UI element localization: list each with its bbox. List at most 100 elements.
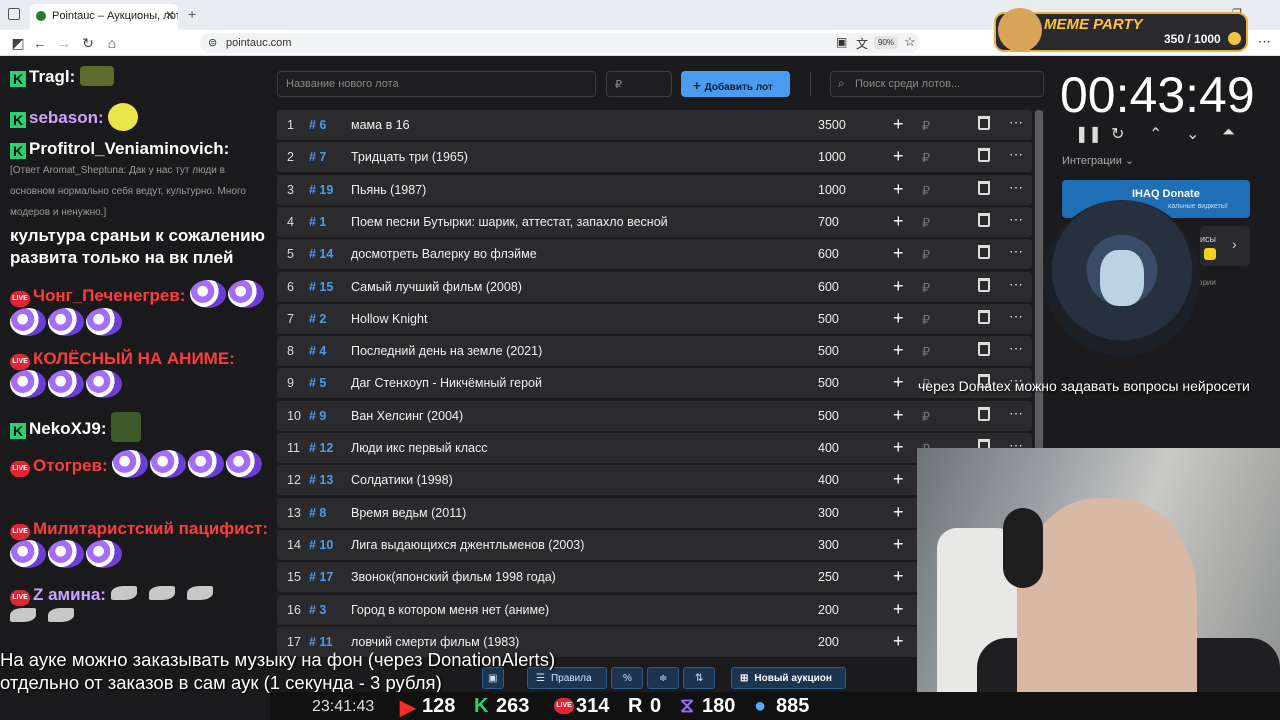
add-amount-icon[interactable]: +	[893, 566, 904, 587]
url-field[interactable]: ⊜ pointauc.com	[200, 33, 920, 53]
lot-name[interactable]: Пьянь (1987)	[351, 183, 426, 197]
back-icon[interactable]: ←	[32, 35, 48, 51]
reload-icon[interactable]: ↻	[80, 35, 96, 51]
delete-icon[interactable]	[978, 245, 990, 260]
reset-timer-icon[interactable]: ↻	[1111, 124, 1124, 144]
delete-icon[interactable]	[978, 406, 990, 421]
add-amount-icon[interactable]: +	[893, 405, 904, 426]
delete-icon[interactable]	[978, 116, 990, 130]
add-amount-icon[interactable]: +	[893, 599, 904, 620]
lot-id[interactable]: # 5	[309, 376, 326, 390]
timer-up-icon[interactable]: ⌃	[1149, 124, 1162, 144]
lot-id[interactable]: # 15	[309, 280, 333, 294]
more-options-icon[interactable]: ⋯	[1009, 179, 1023, 196]
more-options-icon[interactable]: ⋯	[1009, 340, 1023, 357]
lot-name[interactable]: Ван Хелсинг (2004)	[351, 409, 463, 423]
more-options-icon[interactable]: ⋯	[1009, 405, 1023, 422]
lot-name[interactable]: Hollow Knight	[351, 312, 427, 326]
add-lot-button[interactable]: + Добавить лот	[681, 71, 790, 97]
more-options-icon[interactable]: ⋯	[1009, 276, 1023, 293]
add-amount-icon[interactable]: +	[893, 502, 904, 523]
add-amount-icon[interactable]: +	[893, 372, 904, 393]
lot-id[interactable]: # 11	[309, 635, 333, 649]
lot-name[interactable]: мама в 16	[351, 118, 410, 132]
more-options-icon[interactable]: ⋯	[1009, 211, 1023, 228]
more-options-icon[interactable]: ⋯	[1009, 243, 1023, 260]
delete-icon[interactable]	[978, 342, 990, 357]
read-mode-icon[interactable]: ▣	[836, 35, 847, 49]
add-amount-icon[interactable]: +	[893, 631, 904, 652]
lot-id[interactable]: # 8	[309, 506, 326, 520]
browser-tab[interactable]: Pointauc – Аукционы, лотереи	[30, 4, 178, 30]
sort-icon[interactable]: ⇅	[683, 667, 715, 689]
chevron-right-icon[interactable]: ›	[1232, 236, 1237, 252]
forward-icon[interactable]: →	[56, 35, 72, 51]
more-menu-icon[interactable]: ⋯	[1258, 34, 1271, 50]
add-amount-icon[interactable]: +	[893, 340, 904, 361]
lot-name[interactable]: досмотреть Валерку во флэйме	[351, 247, 537, 261]
add-amount-icon[interactable]: +	[893, 146, 904, 167]
lot-id[interactable]: # 10	[309, 538, 333, 552]
lot-id[interactable]: # 14	[309, 247, 333, 261]
timer-max-icon[interactable]: ⏶	[1222, 124, 1235, 142]
home-icon[interactable]: ⌂	[104, 35, 120, 51]
pause-icon[interactable]: ❚❚	[1075, 124, 1102, 144]
lot-id[interactable]: # 3	[309, 603, 326, 617]
lot-amount-input[interactable]: ₽	[606, 71, 672, 97]
add-amount-icon[interactable]: +	[893, 114, 904, 135]
lot-id[interactable]: # 7	[309, 150, 326, 164]
more-options-icon[interactable]: ⋯	[1009, 308, 1023, 325]
lot-name[interactable]: Самый лучший фильм (2008)	[351, 280, 522, 294]
lot-name[interactable]: Последний день на земле (2021)	[351, 344, 542, 358]
add-amount-icon[interactable]: +	[893, 469, 904, 490]
delete-icon[interactable]	[978, 309, 990, 324]
timer-down-icon[interactable]: ⌄	[1186, 124, 1199, 144]
lot-name[interactable]: Лига выдающихся джентльменов (2003)	[351, 538, 584, 552]
percent-button[interactable]: %	[611, 667, 643, 689]
more-options-icon[interactable]: ⋯	[1009, 146, 1023, 163]
add-amount-icon[interactable]: +	[893, 276, 904, 297]
more-options-icon[interactable]: ⋯	[1009, 114, 1023, 131]
split-icon[interactable]: ≑	[647, 667, 679, 689]
lot-id[interactable]: # 2	[309, 312, 326, 326]
tab-close-icon[interactable]: ✕	[165, 8, 175, 22]
lot-name[interactable]: Тридцать три (1965)	[351, 150, 468, 164]
lot-name[interactable]: ловчий смерти фильм (1983)	[351, 635, 519, 649]
sidebar-icon[interactable]: ◩	[10, 35, 26, 51]
lot-name[interactable]: Люди икс первый класс	[351, 441, 487, 455]
lot-name[interactable]: Звонок(японский фильм 1998 года)	[351, 570, 556, 584]
site-info-icon[interactable]: ⊜	[208, 36, 217, 49]
lot-id[interactable]: # 9	[309, 409, 326, 423]
delete-icon[interactable]	[978, 148, 990, 163]
lot-id[interactable]: # 12	[309, 441, 333, 455]
add-amount-icon[interactable]: +	[893, 211, 904, 232]
lot-name[interactable]: Поем песни Бутырки: шарик, аттестат, зап…	[351, 215, 668, 229]
delete-icon[interactable]	[978, 212, 990, 227]
add-amount-icon[interactable]: +	[893, 243, 904, 264]
favorite-star-icon[interactable]: ☆	[904, 34, 916, 50]
delete-icon[interactable]	[978, 180, 990, 195]
delete-icon[interactable]	[978, 277, 990, 292]
new-tab-icon[interactable]: +	[188, 6, 196, 22]
lot-id[interactable]: # 6	[309, 118, 326, 132]
add-amount-icon[interactable]: +	[893, 534, 904, 555]
scrollbar-thumb[interactable]	[1035, 110, 1043, 450]
translate-icon[interactable]: 文	[856, 35, 868, 52]
new-auction-button[interactable]: ⊞ Новый аукцион	[731, 667, 846, 689]
add-amount-icon[interactable]: +	[893, 437, 904, 458]
lot-id[interactable]: # 4	[309, 344, 326, 358]
lot-name[interactable]: Город в котором меня нет (аниме)	[351, 603, 549, 617]
lot-id[interactable]: # 1	[309, 215, 326, 229]
lot-name[interactable]: Даг Стенхоуп - Никчёмный герой	[351, 376, 542, 390]
lot-id[interactable]: # 19	[309, 183, 333, 197]
integration-card[interactable]: исы ›	[1200, 226, 1250, 266]
lot-name[interactable]: Солдатики (1998)	[351, 473, 453, 487]
add-amount-icon[interactable]: +	[893, 308, 904, 329]
new-lot-input[interactable]: Название нового лота	[277, 71, 596, 97]
zoom-level[interactable]: 90%	[874, 36, 899, 49]
add-amount-icon[interactable]: +	[893, 179, 904, 200]
integrations-dropdown[interactable]: Интеграции ⌄	[1062, 154, 1134, 167]
lot-id[interactable]: # 17	[309, 570, 333, 584]
workspace-icon[interactable]	[8, 8, 20, 20]
lot-id[interactable]: # 13	[309, 473, 333, 487]
